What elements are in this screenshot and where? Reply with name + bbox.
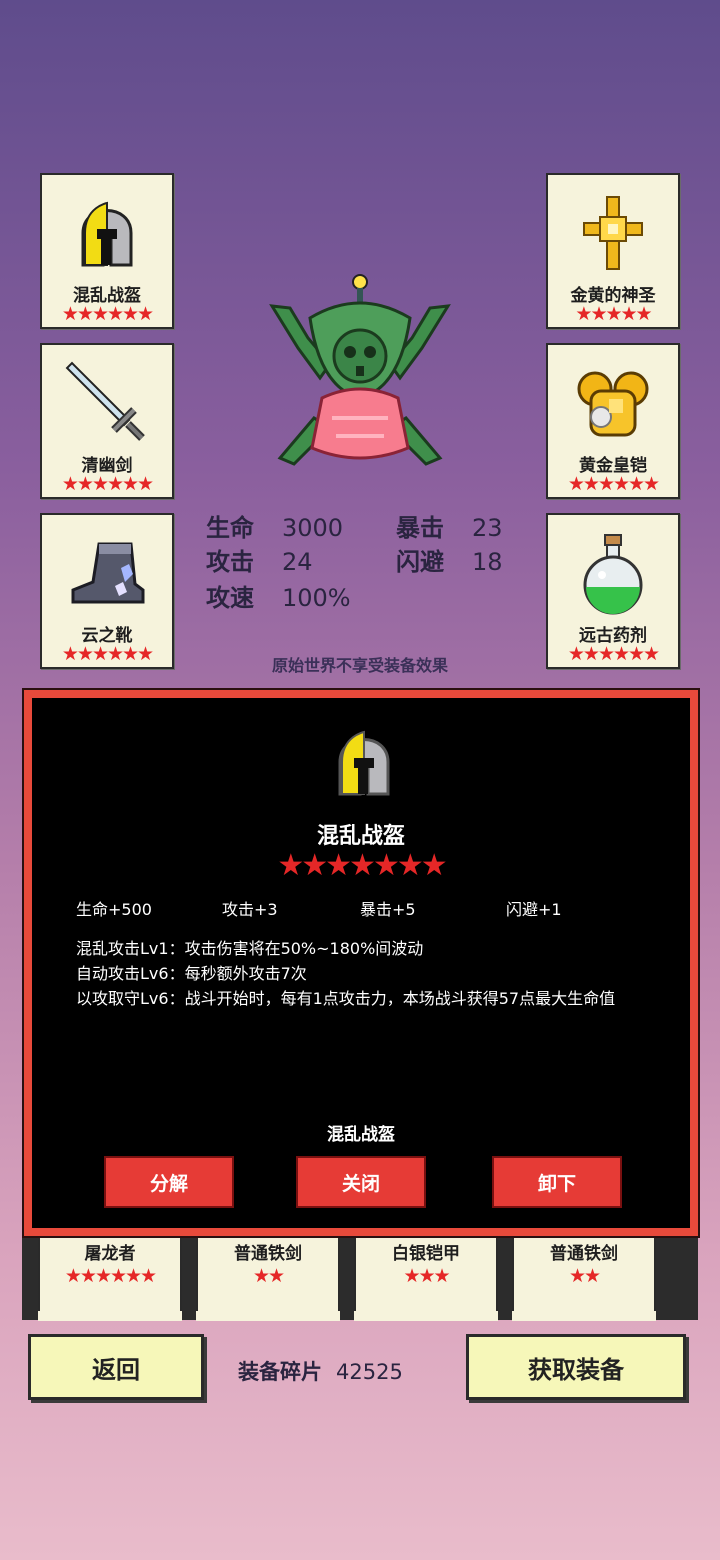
panel-footer-name: 混乱战盔 (327, 1125, 395, 1145)
stats-panel: 生命 3000 暴击 23 攻击 24 闪避 18 攻速 100% (206, 500, 526, 615)
slot-boots[interactable]: 云之靴 ★★★★★★ (40, 513, 174, 669)
stat-dodge-label: 闪避 (396, 548, 444, 576)
inventory-item[interactable]: 白银铠甲 ★★★ (354, 1233, 498, 1317)
inventory-item-name: 普通铁剑 (234, 1244, 302, 1264)
inventory-item[interactable] (512, 1311, 656, 1321)
inventory-item-stars: ★★★ (403, 1265, 450, 1287)
inventory-item[interactable] (196, 1311, 340, 1321)
stat-atk-value: 24 (282, 548, 313, 576)
inventory-item-stars: ★★★★★★ (64, 1265, 157, 1287)
fragments-count: 42525 (336, 1360, 403, 1384)
slot-stars: ★★★★★★ (567, 473, 660, 495)
slot-stars: ★★★★★★ (61, 473, 154, 495)
inventory-item-stars: ★★ (252, 1265, 285, 1287)
equipment-note: 原始世界不享受装备效果 (271, 656, 448, 675)
stat-hp-value: 3000 (282, 514, 344, 542)
attr-hp: 生命+500 (76, 900, 152, 919)
fragments-label: 装备碎片 (238, 1360, 322, 1384)
stat-atk: 攻击 24 (206, 542, 313, 577)
inventory-item[interactable] (354, 1311, 498, 1321)
helmet-icon (42, 185, 172, 281)
slot-golden-armor[interactable]: 黄金皇铠 ★★★★★★ (546, 343, 680, 499)
stat-hp-label: 生命 (206, 514, 254, 542)
helmet-icon (332, 722, 396, 802)
inventory-item[interactable]: 屠龙者 ★★★★★★ (38, 1233, 182, 1317)
panel-attributes: 生命+500 攻击+3 暴击+5 闪避+1 (76, 896, 666, 920)
slot-stars: ★★★★★ (575, 303, 652, 325)
boots-icon (42, 525, 172, 621)
inventory-item-name: 屠龙者 (84, 1244, 136, 1264)
slot-stars: ★★★★★★ (61, 303, 154, 325)
unequip-button[interactable]: 卸下 (492, 1156, 622, 1208)
slot-potion[interactable]: 远古药剂 ★★★★★★ (546, 513, 680, 669)
slot-golden-cross[interactable]: 金黄的神圣 ★★★★★ (546, 173, 680, 329)
skill-line: 混乱攻击Lv1：攻击伤害将在50%~180%间波动 (76, 939, 424, 958)
stat-speed: 攻速 100% (206, 578, 351, 613)
fragments-display: 装备碎片 42525 (238, 1356, 403, 1386)
panel-title: 混乱战盔 (316, 824, 405, 849)
inventory-grid: 屠龙者 ★★★★★★ 普通铁剑 ★★ 白银铠甲 ★★★ 普通铁剑 ★★ (22, 1225, 698, 1321)
skill-line: 以攻取守Lv6：战斗开始时，每有1点攻击力，本场战斗获得57点最大生命值 (76, 989, 616, 1008)
equipment-detail-panel: 混乱战盔 ★★★★★★★ 生命+500 攻击+3 暴击+5 闪避+1 混乱攻击L… (24, 690, 698, 1236)
inventory-item[interactable]: 普通铁剑 ★★ (196, 1233, 340, 1317)
stat-crit: 暴击 23 (396, 508, 503, 543)
inventory-item-name: 白银铠甲 (392, 1244, 460, 1264)
stat-speed-value: 100% (282, 584, 351, 612)
character-sprite (250, 268, 470, 478)
stat-hp: 生命 3000 (206, 508, 343, 543)
stat-atk-label: 攻击 (206, 548, 254, 576)
slot-sword[interactable]: 清幽剑 ★★★★★★ (40, 343, 174, 499)
attr-atk: 攻击+3 (222, 900, 278, 919)
skill-line: 自动攻击Lv6：每秒额外攻击7次 (76, 964, 307, 983)
slot-helmet[interactable]: 混乱战盔 ★★★★★★ (40, 173, 174, 329)
back-button[interactable]: 返回 (28, 1334, 204, 1400)
inventory-item[interactable]: 普通铁剑 ★★ (512, 1233, 656, 1317)
inventory-item-name: 普通铁剑 (550, 1244, 618, 1264)
decompose-button[interactable]: 分解 (104, 1156, 234, 1208)
stat-speed-label: 攻速 (206, 584, 254, 612)
get-equipment-button[interactable]: 获取装备 (466, 1334, 686, 1400)
panel-description: 混乱攻击Lv1：攻击伤害将在50%~180%间波动 自动攻击Lv6：每秒额外攻击… (76, 936, 666, 1011)
sword-icon (42, 355, 172, 451)
inventory-item[interactable] (38, 1311, 182, 1321)
inventory-item-stars: ★★ (568, 1265, 601, 1287)
stat-dodge-value: 18 (472, 548, 503, 576)
golden-cross-icon (548, 185, 678, 281)
stat-crit-value: 23 (472, 514, 503, 542)
attr-dodge: 闪避+1 (506, 900, 562, 919)
panel-stars: ★★★★★★★ (277, 848, 447, 883)
potion-icon (548, 525, 678, 621)
close-button[interactable]: 关闭 (296, 1156, 426, 1208)
golden-armor-icon (548, 355, 678, 451)
stat-dodge: 闪避 18 (396, 542, 503, 577)
stat-crit-label: 暴击 (396, 514, 444, 542)
attr-crit: 暴击+5 (360, 900, 416, 919)
